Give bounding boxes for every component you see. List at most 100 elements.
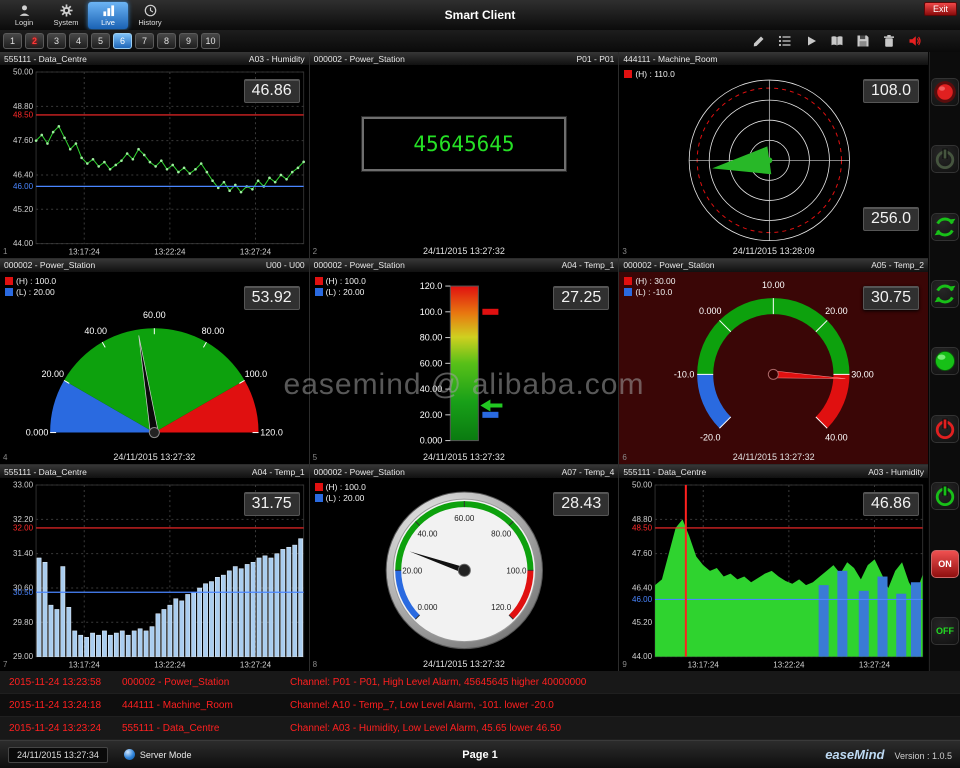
panel-station: 000002 - Power_Station [314,260,405,270]
sync-b-button[interactable] [931,280,959,308]
panel-channel: A03 - Humidity [868,467,924,477]
power-red-button[interactable] [931,415,959,443]
legend-high-swatch [315,483,323,491]
panel-arc-gauge: 000002 - Power_Station A05 - Temp_2 -20.… [619,259,928,465]
svg-text:33.00: 33.00 [13,481,34,490]
svg-text:0.000: 0.000 [417,604,438,613]
svg-text:13:27:24: 13:27:24 [240,661,272,670]
book-icon [830,34,844,48]
svg-text:44.00: 44.00 [13,239,34,248]
panel-channel: A07 - Temp_4 [562,467,615,477]
legend-item: (H) : 100.0 [5,276,56,286]
alarm-row[interactable]: 2015-11-24 13:24:18 444111 - Machine_Roo… [0,694,960,717]
legend-low-label: (L) : 20.00 [326,493,365,503]
page-button-1[interactable]: 1 [3,33,22,49]
value-badge: 27.25 [553,286,609,310]
value-badge-top: 108.0 [863,79,919,103]
page-button-10[interactable]: 10 [201,33,220,49]
legend-high-swatch [624,277,632,285]
off-button[interactable]: OFF [931,617,959,645]
status-lamp-button[interactable] [931,347,959,375]
power-green-icon [932,483,958,509]
panel-body: 45645645 24/11/2015 13:27:32 2 [310,65,619,258]
svg-text:100.0: 100.0 [419,306,442,316]
panel-semi-gauge: 000002 - Power_Station U00 - U00 0.00020… [0,259,309,465]
svg-text:20.00: 20.00 [402,567,423,576]
page-button-8[interactable]: 8 [157,33,176,49]
legend: (H) : 30.00 (L) : -10.0 [624,276,675,298]
svg-text:80.00: 80.00 [419,332,442,342]
panel-station: 000002 - Power_Station [314,467,405,477]
power-standby-icon [932,146,958,172]
timestamp: 24/11/2015 13:27:32 [310,452,619,462]
page-button-9[interactable]: 9 [179,33,198,49]
nav-login[interactable]: Login [4,2,44,29]
panel-radar: 444111 - Machine_Room (H) : 110.0 108.0 … [619,52,928,258]
exit-button[interactable]: Exit [924,2,957,16]
status-datetime: 24/11/2015 13:27:34 [8,747,108,763]
panel-number: 3 [622,247,626,256]
legend-high-label: (H) : 110.0 [635,69,675,79]
page-button-3[interactable]: 3 [47,33,66,49]
edit-tool-button[interactable] [750,33,768,49]
brand-logo: easeMind [825,747,884,762]
power-standby-button[interactable] [931,145,959,173]
svg-text:13:17:24: 13:17:24 [69,661,101,670]
book-tool-button[interactable] [828,33,846,49]
nav-live[interactable]: Live [88,2,128,29]
nav-history[interactable]: History [130,2,170,29]
page-button-4[interactable]: 4 [69,33,88,49]
alarm-time: 2015-11-24 13:23:24 [0,723,122,734]
list-tool-button[interactable] [776,33,794,49]
legend-item: (L) : 20.00 [315,493,366,503]
emergency-stop-icon [932,79,958,105]
svg-text:20.00: 20.00 [419,409,442,419]
svg-text:30.00: 30.00 [852,369,875,379]
panel-channel: A04 - Temp_1 [252,467,305,477]
svg-text:60.00: 60.00 [143,310,166,320]
svg-text:50.00: 50.00 [632,481,653,490]
page-button-2[interactable]: 2 [25,33,44,49]
panel-bar-chart: 555111 - Data_Centre A04 - Temp_1 13:17:… [0,465,309,671]
page-button-7[interactable]: 7 [135,33,154,49]
play-tool-button[interactable] [802,33,820,49]
on-button[interactable]: ON [931,550,959,578]
svg-text:40.00: 40.00 [84,326,107,336]
top-bar: Login System Live History Smart Client E… [0,0,960,30]
trash-tool-button[interactable] [880,33,898,49]
timestamp: 24/11/2015 13:27:32 [310,659,619,669]
refresh-icon [932,281,958,307]
page-button-5[interactable]: 5 [91,33,110,49]
save-tool-button[interactable] [854,33,872,49]
page-bar: 1 2 3 4 5 6 7 8 9 10 [0,30,960,52]
svg-text:0.000: 0.000 [699,306,722,316]
panel-grid: 555111 - Data_Centre A03 - Humidity 13:1… [0,52,928,671]
speaker-tool-button[interactable] [906,33,924,49]
panel-number: 5 [313,453,317,462]
legend-high-swatch [5,277,13,285]
power-green-button[interactable] [931,482,959,510]
panel-thermometer: 000002 - Power_Station A04 - Temp_1 0.00… [310,259,619,465]
alarm-station: 444111 - Machine_Room [122,700,290,711]
legend-item: (H) : 30.00 [624,276,675,286]
legend-low-swatch [624,288,632,296]
page-button-6[interactable]: 6 [113,33,132,49]
svg-text:47.60: 47.60 [13,136,34,145]
legend-high-label: (H) : 30.00 [635,276,675,286]
alarm-time: 2015-11-24 13:24:18 [0,700,122,711]
emergency-stop-button[interactable] [931,78,959,106]
panel-number: 2 [313,247,317,256]
timestamp: 24/11/2015 13:27:32 [310,246,619,256]
svg-text:13:22:24: 13:22:24 [774,661,806,670]
digital-value: 45645645 [413,132,514,156]
svg-text:48.50: 48.50 [632,524,653,533]
svg-text:20.00: 20.00 [825,306,848,316]
nav-system[interactable]: System [46,2,86,29]
sync-a-button[interactable] [931,213,959,241]
page-indicator: Page 1 [462,749,497,761]
smart-client-app: Login System Live History Smart Client E… [0,0,960,768]
alarm-row[interactable]: 2015-11-24 13:23:58 000002 - Power_Stati… [0,671,960,694]
edit-icon [752,34,766,48]
alarm-row[interactable]: 2015-11-24 13:23:24 555111 - Data_Centre… [0,717,960,740]
panel-header: 000002 - Power_Station U00 - U00 [0,259,309,272]
